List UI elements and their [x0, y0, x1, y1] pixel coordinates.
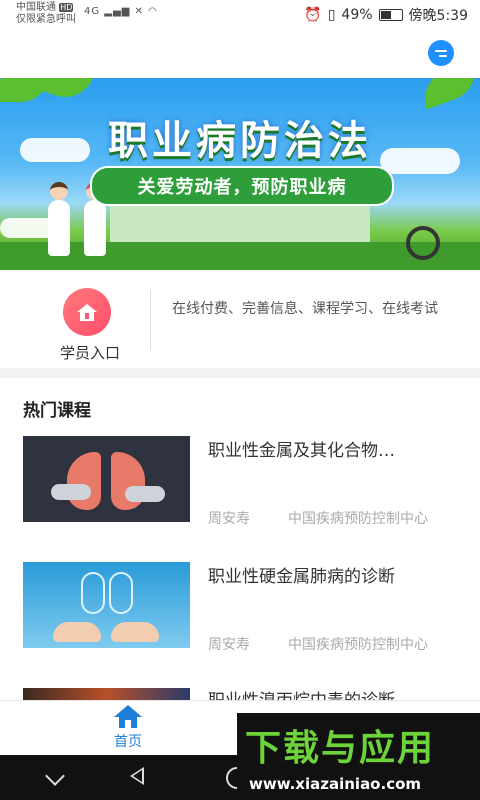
doctor-head: [50, 182, 68, 200]
tab-home[interactable]: 首页: [100, 705, 156, 753]
home-door: [125, 720, 131, 728]
course-author: 周安寿: [208, 511, 250, 527]
status-bar: 中国联通 HD 仅限紧急呼叫 4G ▂▄▆ ✕ ◠ ⏰ ▯ 49% 傍晚5:39: [0, 0, 480, 30]
smoke: [125, 486, 165, 502]
course-thumbnail[interactable]: [23, 436, 190, 522]
student-entry-label[interactable]: 学员入口: [50, 342, 130, 363]
course-item[interactable]: 职业性硬金属肺病的诊断 周安寿 中国疾病预防控制中心: [0, 562, 480, 689]
section-gap: [0, 368, 480, 378]
message-icon: [435, 49, 447, 52]
alarm-icon: ⏰: [304, 7, 322, 23]
tab-home-label: 首页: [114, 734, 142, 750]
course-thumbnail[interactable]: [23, 562, 190, 648]
watermark: 下载与应用 www.xiazainiao.com: [237, 713, 480, 800]
lung-right: [109, 572, 133, 614]
banner-subtitle-pill: 关爱劳动者，预防职业病: [90, 166, 394, 206]
course-organization: 中国疾病预防控制中心: [288, 511, 428, 527]
course-title[interactable]: 职业性溴丙烷中毒的诊断: [208, 688, 458, 700]
hand-left: [53, 622, 101, 642]
emergency-text: 仅限紧急呼叫: [16, 14, 76, 25]
battery-icon: [378, 9, 403, 21]
student-entry-description: 在线付费、完善信息、课程学习、在线考试: [172, 301, 438, 317]
system-nav-bar: [0, 755, 248, 800]
course-title[interactable]: 职业性硬金属肺病的诊断: [208, 562, 458, 587]
message-icon-line: [439, 54, 447, 57]
battery-percent: 49%: [341, 7, 373, 23]
app-header: [0, 30, 480, 78]
watermark-logo: 下载与应用: [245, 728, 436, 769]
lung-left: [81, 572, 105, 614]
course-organization: 中国疾病预防控制中心: [288, 637, 428, 653]
hd-badge: HD: [59, 3, 74, 12]
promo-banner[interactable]: 职业病防治法 关爱劳动者，预防职业病: [0, 78, 480, 270]
banner-subtitle: 关爱劳动者，预防职业病: [137, 177, 347, 198]
plus-mark: [85, 313, 89, 319]
smoke: [51, 484, 91, 500]
status-right: ⏰ ▯ 49% 傍晚5:39: [304, 5, 468, 25]
clock: 傍晚5:39: [408, 8, 468, 24]
carrier-name: 中国联通 HD: [16, 2, 74, 13]
course-item[interactable]: 职业性金属及其化合物… 周安寿 中国疾病预防控制中心: [0, 436, 480, 563]
city-skyline: [110, 206, 370, 246]
signal-icon: 4G ▂▄▆ ✕ ◠: [84, 6, 158, 17]
chevron-down-icon[interactable]: [45, 766, 65, 786]
course-title[interactable]: 职业性金属及其化合物…: [208, 436, 458, 461]
house-roof: [77, 304, 97, 312]
hand-right: [111, 622, 159, 642]
course-thumbnail[interactable]: [23, 688, 190, 700]
vibrate-icon: ▯: [327, 7, 336, 23]
leaf-decoration: [416, 78, 480, 110]
home-plus-icon[interactable]: [63, 288, 111, 336]
home-icon: [114, 705, 142, 729]
nurse-figure: [84, 182, 106, 256]
banner-title: 职业病防治法: [108, 118, 372, 164]
house-shape: [77, 304, 97, 321]
course-item[interactable]: 职业性溴丙烷中毒的诊断: [0, 688, 480, 700]
back-icon[interactable]: [130, 767, 144, 785]
stethoscope-icon: [406, 226, 440, 260]
lung-left: [67, 452, 101, 510]
message-button[interactable]: [428, 40, 454, 66]
watermark-url: www.xiazainiao.com: [249, 775, 422, 793]
student-entry[interactable]: 学员入口 在线付费、完善信息、课程学习、在线考试: [0, 270, 480, 368]
doctor-figure: [48, 182, 70, 256]
divider: [150, 290, 151, 350]
section-title: 热门课程: [23, 401, 91, 421]
course-author: 周安寿: [208, 637, 250, 653]
